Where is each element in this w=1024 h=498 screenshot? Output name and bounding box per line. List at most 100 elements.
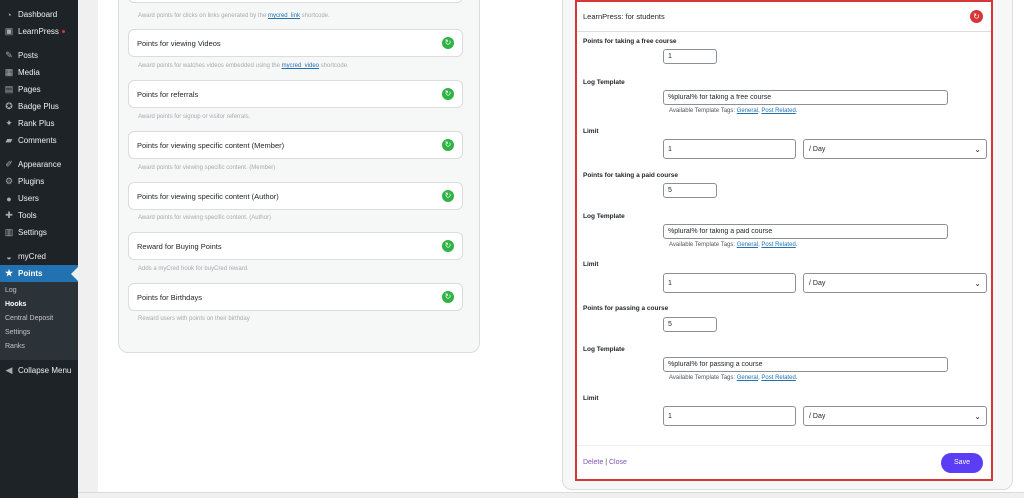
footer-links: Delete | Close [583,459,627,466]
menu-rank-plus[interactable]: ✦ Rank Plus [0,115,78,132]
rank-icon: ✦ [5,118,13,128]
bottom-strip [78,492,1024,498]
toggle-on-icon[interactable]: ↻ [442,240,454,252]
limit-period-passing-course-select[interactable]: / Day ⌄ [803,406,987,426]
toggle-on-icon[interactable]: ↻ [442,139,454,151]
log-template-passing-course-input[interactable] [663,357,948,372]
mycred-video-shortcode[interactable]: mycred_video [282,63,319,69]
points-passing-course-input[interactable] [663,317,717,332]
available-template-tags: Available Template Tags: General, Post R… [669,375,798,381]
available-hooks-panel: Award points for clicks on links generat… [118,0,480,353]
pages-icon: ▤ [4,84,14,94]
menu-users[interactable]: ● Users [0,190,78,207]
submenu-log[interactable]: Log [0,284,78,298]
main-area: Award points for clicks on links generat… [78,0,1024,498]
mycred-link-shortcode[interactable]: mycred_link [268,13,300,19]
limit-paid-course-input[interactable] [663,273,796,293]
limit-label: Limit [583,261,599,268]
users-icon: ● [6,193,12,204]
submenu-ranks[interactable]: Ranks [0,340,78,354]
hook-description: Award points for viewing specific conten… [138,215,271,221]
menu-media[interactable]: ▦ Media [0,64,78,81]
wrench-icon: ✚ [5,210,13,220]
settings-footer: Delete | Close Save [577,445,991,479]
log-template-label: Log Template [583,346,625,353]
submenu-hooks[interactable]: Hooks [0,298,78,312]
toggle-on-icon[interactable]: ↻ [442,291,454,303]
hook-card-birthdays[interactable]: Points for Birthdays ↻ [128,283,463,311]
hook-card-referrals[interactable]: Points for referrals ↻ [128,80,463,108]
save-button[interactable]: Save [941,452,983,473]
menu-posts[interactable]: ✎ Posts [0,47,78,64]
brush-icon: ✐ [5,159,13,169]
available-template-tags: Available Template Tags: General, Post R… [669,108,798,114]
menu-pages[interactable]: ▤ Pages [0,81,78,98]
close-link[interactable]: Close [609,459,627,466]
hook-card-specific-content-member[interactable]: Points for viewing specific content (Mem… [128,131,463,159]
settings-body: Points for taking a free course Log Temp… [577,33,991,443]
hook-description: Award points for signup or visitor refer… [138,114,251,120]
toggle-on-icon[interactable]: ↻ [442,88,454,100]
limit-free-course-input[interactable] [663,139,796,159]
menu-tools[interactable]: ✚ Tools [0,207,78,224]
template-tag-post-related-link[interactable]: Post Related [761,108,795,114]
points-free-course-input[interactable] [663,49,717,64]
learnpress-students-hook-settings: LearnPress: for students ↻ Points for ta… [575,0,993,481]
hook-description: Reward users with points on their birthd… [138,316,250,322]
menu-dashboard[interactable]: ◔ Dashboard [0,6,78,23]
menu-mycred[interactable]: ◒ myCred [0,248,78,265]
menu-badge-plus[interactable]: ✪ Badge Plus [0,98,78,115]
hook-card-specific-content-author[interactable]: Points for viewing specific content (Aut… [128,182,463,210]
notification-dot [61,30,65,33]
learnpress-icon: ▣ [4,26,14,36]
limit-period-free-course-select[interactable]: / Day ⌄ [803,139,987,159]
hook-description: Award points for watches videos embedded… [138,63,349,69]
points-free-course-label: Points for taking a free course [583,38,677,45]
settings-icon: ▥ [4,227,14,237]
mycred-icon: ◒ [6,251,12,262]
points-paid-course-input[interactable] [663,183,717,198]
media-icon: ▦ [4,67,14,77]
hook-card-buying-points[interactable]: Reward for Buying Points ↻ [128,232,463,260]
collapse-icon: ◀ [5,365,13,375]
menu-points[interactable]: ★ Points [0,265,78,282]
hook-description: Adds a myCred hook for buyCred reward. [138,266,249,272]
template-tag-general-link[interactable]: General [737,375,758,381]
toggle-on-icon[interactable]: ↻ [442,37,454,49]
template-tag-post-related-link[interactable]: Post Related [761,375,795,381]
menu-learnpress[interactable]: ▣ LearnPress [0,23,78,40]
log-template-free-course-input[interactable] [663,90,948,105]
badge-icon: ✪ [5,101,13,111]
limit-label: Limit [583,128,599,135]
menu-comments[interactable]: ▰ Comments [0,132,78,149]
chevron-down-icon: ⌄ [974,411,981,421]
template-tag-general-link[interactable]: General [737,108,758,114]
limit-passing-course-input[interactable] [663,406,796,426]
comment-icon: ▰ [5,135,13,145]
limit-period-paid-course-select[interactable]: / Day ⌄ [803,273,987,293]
points-paid-course-label: Points for taking a paid course [583,172,678,179]
plugin-icon: ⚙ [4,176,14,186]
menu-settings[interactable]: ▥ Settings [0,224,78,241]
toggle-off-icon[interactable]: ↻ [970,10,983,23]
collapse-menu-button[interactable]: ◀ Collapse Menu [0,362,78,379]
log-template-label: Log Template [583,79,625,86]
menu-plugins[interactable]: ⚙ Plugins [0,173,78,190]
pin-icon: ✎ [5,50,13,60]
submenu-central-deposit[interactable]: Central Deposit [0,312,78,326]
hook-card-link-clicks[interactable] [128,0,463,3]
toggle-on-icon[interactable]: ↻ [442,190,454,202]
delete-link[interactable]: Delete [583,459,603,466]
chevron-down-icon: ⌄ [974,278,981,288]
submenu-settings[interactable]: Settings [0,326,78,340]
star-icon: ★ [4,268,14,278]
template-tag-post-related-link[interactable]: Post Related [761,242,795,248]
log-template-paid-course-input[interactable] [663,224,948,239]
hook-description: Award points for viewing specific conten… [138,165,276,171]
content-area: Award points for clicks on links generat… [98,0,1024,492]
menu-appearance[interactable]: ✐ Appearance [0,156,78,173]
template-tag-general-link[interactable]: General [737,242,758,248]
hook-card-viewing-videos[interactable]: Points for viewing Videos ↻ [128,29,463,57]
hook-description: Award points for clicks on links generat… [138,13,330,19]
settings-header[interactable]: LearnPress: for students ↻ [577,2,991,32]
